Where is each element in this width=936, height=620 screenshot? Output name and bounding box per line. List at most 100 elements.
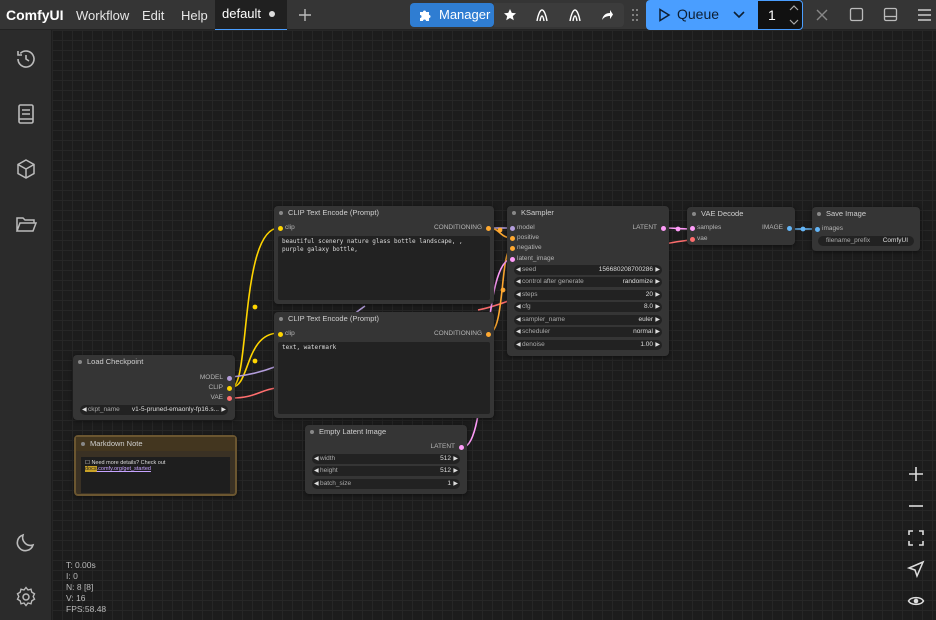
sidebar-history[interactable] xyxy=(12,45,40,73)
increment-icon[interactable]: ▶ xyxy=(655,340,660,350)
output-vae[interactable]: VAE xyxy=(210,393,223,403)
node-empty-latent-image[interactable]: Empty Latent Image LATENT ◀ width 512 ▶ ◀ he… xyxy=(305,425,467,494)
input-slot-dot[interactable] xyxy=(510,246,515,251)
decrement-icon[interactable]: ◀ xyxy=(516,290,521,300)
widget-denoise[interactable]: ◀ denoise 1.00 ▶ xyxy=(514,340,662,350)
sidebar-model-library[interactable] xyxy=(12,100,40,128)
node-vae-decode[interactable]: VAE Decode samples vae IMAGE xyxy=(687,207,795,245)
input-negative[interactable]: negative xyxy=(517,243,542,253)
widget-steps[interactable]: ◀ steps 20 ▶ xyxy=(514,290,662,300)
widget-control-after-generate[interactable]: ◀ control after generate randomize ▶ xyxy=(514,277,662,287)
input-images[interactable]: images xyxy=(822,224,843,234)
decrement-icon[interactable]: ◀ xyxy=(516,302,521,312)
input-slot-dot[interactable] xyxy=(690,226,695,231)
app-logo[interactable]: ComfyUI xyxy=(6,0,64,30)
output-slot-dot[interactable] xyxy=(227,396,232,401)
note-link[interactable]: .comfy.org/get_started xyxy=(97,466,151,472)
node-markdown-note[interactable]: Markdown Note ☐ Need more details? Check… xyxy=(74,435,237,496)
batch-count-input[interactable]: 1 xyxy=(757,0,803,30)
widget-batch-size[interactable]: ◀ batch_size 1 ▶ xyxy=(312,479,460,489)
node-clip-text-encode-positive[interactable]: CLIP Text Encode (Prompt) clip CONDITION… xyxy=(274,206,494,304)
tab-default[interactable]: default xyxy=(215,0,287,31)
share-icon[interactable] xyxy=(600,8,614,22)
custom-nodes-icon[interactable] xyxy=(534,7,550,23)
menu-edit[interactable]: Edit xyxy=(142,0,164,30)
input-model[interactable]: model xyxy=(517,223,535,233)
increment-icon[interactable]: ▶ xyxy=(655,315,660,325)
output-latent[interactable]: LATENT xyxy=(431,442,455,452)
widget-filename-prefix[interactable]: filename_prefix ComfyUI xyxy=(818,236,914,246)
prompt-textarea[interactable]: beautiful scenery nature glass bottle la… xyxy=(278,236,490,300)
node-ksampler[interactable]: KSampler model positive negative latent_… xyxy=(507,206,669,356)
model-manager-icon[interactable] xyxy=(567,7,583,23)
output-slot-dot[interactable] xyxy=(459,445,464,450)
increment-icon[interactable] xyxy=(789,4,799,12)
clear-queue-icon[interactable] xyxy=(815,8,829,22)
chevron-down-icon[interactable] xyxy=(732,10,746,20)
output-latent[interactable]: LATENT xyxy=(633,223,657,233)
input-clip[interactable]: clip xyxy=(285,329,295,339)
input-slot-dot[interactable] xyxy=(278,226,283,231)
increment-icon[interactable]: ▶ xyxy=(655,302,660,312)
decrement-icon[interactable]: ◀ xyxy=(314,454,319,464)
output-slot-dot[interactable] xyxy=(227,376,232,381)
input-slot-dot[interactable] xyxy=(815,227,820,232)
decrement-icon[interactable] xyxy=(789,18,799,26)
node-clip-text-encode-negative[interactable]: CLIP Text Encode (Prompt) clip CONDITION… xyxy=(274,312,494,418)
note-link-highlight[interactable]: docs xyxy=(85,466,97,472)
graph-canvas[interactable] xyxy=(52,30,936,620)
widget-height[interactable]: ◀ height 512 ▶ xyxy=(312,466,460,476)
output-clip[interactable]: CLIP xyxy=(209,383,223,393)
input-slot-dot[interactable] xyxy=(278,332,283,337)
widget-scheduler[interactable]: ◀ scheduler normal ▶ xyxy=(514,327,662,337)
output-slot-dot[interactable] xyxy=(787,226,792,231)
input-slot-dot[interactable] xyxy=(510,257,515,262)
increment-icon[interactable]: ▶ xyxy=(453,479,458,489)
output-model[interactable]: MODEL xyxy=(200,373,223,383)
input-slot-dot[interactable] xyxy=(510,236,515,241)
focus-mode-icon[interactable] xyxy=(849,7,864,22)
output-slot-dot[interactable] xyxy=(486,332,491,337)
decrement-icon[interactable]: ◀ xyxy=(82,405,87,415)
input-slot-dot[interactable] xyxy=(690,237,695,242)
zoom-in-button[interactable] xyxy=(902,460,930,488)
output-slot-dot[interactable] xyxy=(227,386,232,391)
increment-icon[interactable]: ▶ xyxy=(655,327,660,337)
input-latent-image[interactable]: latent_image xyxy=(517,254,554,264)
sidebar-workflows[interactable] xyxy=(12,210,40,238)
locate-button[interactable] xyxy=(902,555,930,583)
sidebar-node-library[interactable] xyxy=(12,155,40,183)
increment-icon[interactable]: ▶ xyxy=(655,277,660,287)
output-slot-dot[interactable] xyxy=(661,226,666,231)
increment-icon[interactable]: ▶ xyxy=(655,265,660,275)
new-tab-button[interactable] xyxy=(296,0,314,30)
input-slot-dot[interactable] xyxy=(510,226,515,231)
widget-ckpt-name[interactable]: ◀ ckpt_name v1-5-pruned-emaonly-fp16.s... ▶ xyxy=(80,405,228,415)
output-image[interactable]: IMAGE xyxy=(762,223,783,233)
sidebar-theme-toggle[interactable] xyxy=(12,528,40,556)
decrement-icon[interactable]: ◀ xyxy=(314,479,319,489)
input-vae[interactable]: vae xyxy=(697,234,707,244)
output-conditioning[interactable]: CONDITIONING xyxy=(434,223,482,233)
note-content[interactable]: ☐ Need more details? Check out docs.comf… xyxy=(81,457,230,493)
input-positive[interactable]: positive xyxy=(517,233,539,243)
bottom-panel-icon[interactable] xyxy=(883,7,898,22)
menu-help[interactable]: Help xyxy=(181,0,208,30)
drag-handle-icon[interactable] xyxy=(631,8,639,22)
widget-seed[interactable]: ◀ seed 156680208700286 ▶ xyxy=(514,265,662,275)
star-icon[interactable] xyxy=(503,8,517,22)
toggle-links-button[interactable] xyxy=(902,587,930,615)
decrement-icon[interactable]: ◀ xyxy=(516,327,521,337)
widget-sampler-name[interactable]: ◀ sampler_name euler ▶ xyxy=(514,315,662,325)
prompt-textarea[interactable]: text, watermark xyxy=(278,342,490,414)
zoom-out-button[interactable] xyxy=(902,492,930,520)
queue-button[interactable]: Queue xyxy=(646,0,757,30)
manager-button[interactable]: Manager xyxy=(410,3,494,27)
decrement-icon[interactable]: ◀ xyxy=(314,466,319,476)
input-samples[interactable]: samples xyxy=(697,223,721,233)
fit-view-button[interactable] xyxy=(902,524,930,552)
increment-icon[interactable]: ▶ xyxy=(453,454,458,464)
node-load-checkpoint[interactable]: Load Checkpoint MODEL CLIP VAE ◀ ckpt_nam… xyxy=(73,355,235,420)
hamburger-menu-icon[interactable] xyxy=(917,8,932,22)
input-clip[interactable]: clip xyxy=(285,223,295,233)
